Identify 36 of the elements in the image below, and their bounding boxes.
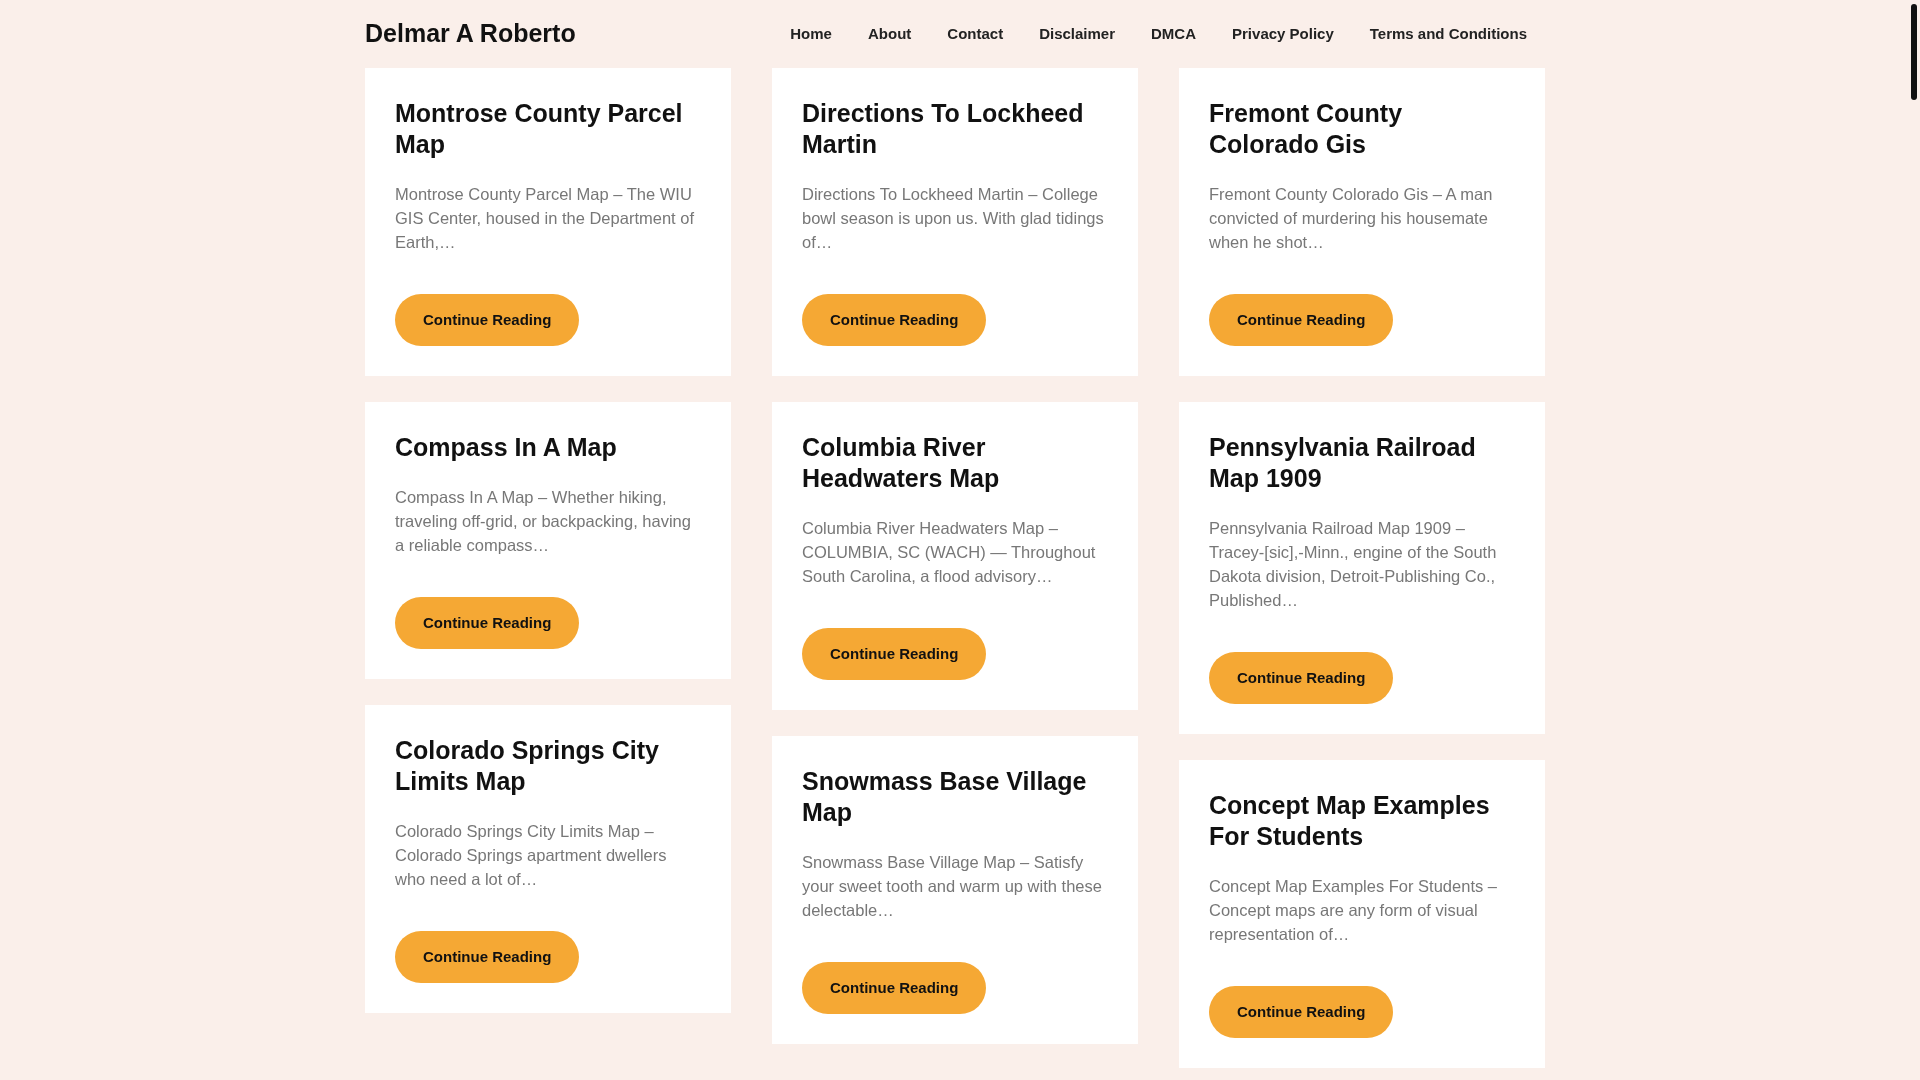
post-excerpt: Compass In A Map – Whether hiking, traveling off-grid, or backpacking, having a reliable compass… [395,487,692,556]
continue-reading-button[interactable]: Continue Reading [802,628,987,680]
post-excerpt: Snowmass Base Village Map – Satisfy your sweet tooth and warm up with these delectable… [802,852,1103,921]
post-excerpt: Directions To Lockheed Martin – College bowl season is upon us. With glad tidings of… [802,184,1105,253]
continue-reading-button[interactable]: Continue Reading [1209,294,1394,346]
continue-reading-button[interactable]: Continue Reading [1209,652,1394,704]
continue-reading-button[interactable]: Continue Reading [802,294,987,346]
nav-link[interactable]: About [849,22,930,46]
nav-link[interactable]: Privacy Policy [1214,22,1352,46]
continue-reading-button[interactable]: Continue Reading [395,931,580,983]
post-title[interactable]: Concept Map Examples For Students [1209,790,1515,852]
continue-reading-button[interactable]: Continue Reading [395,597,580,649]
post-title[interactable]: Montrose County Parcel Map [395,98,701,160]
nav-link[interactable]: Terms and Conditions [1351,22,1545,46]
post-excerpt: Fremont County Colorado Gis – A man convicted of murdering his housemate when he shot… [1209,184,1494,253]
post-title[interactable]: Colorado Springs City Limits Map [395,735,701,797]
post-title[interactable]: Directions To Lockheed Martin [802,98,1108,160]
post-title[interactable]: Snowmass Base Village Map [802,766,1108,828]
post-excerpt: Columbia River Headwaters Map – COLUMBIA, SC (WACH) — Throughout South Carolina, a flood advisory… [802,518,1097,587]
nav-link[interactable]: DMCA [1133,22,1215,46]
nav-link[interactable]: Home [772,22,850,46]
continue-reading-button[interactable]: Continue Reading [395,294,580,346]
post-excerpt: Montrose County Parcel Map – The WIU GIS Center, housed in the Department of Earth,… [395,184,695,253]
post-title[interactable]: Compass In A Map [395,432,701,463]
post-excerpt: Colorado Springs City Limits Map – Colorado Springs apartment dwellers who need a lot of… [395,821,668,890]
post-excerpt: Pennsylvania Railroad Map 1909 – Tracey-[sic],-Minn., engine of the South Dakota division, Detroit-Publishing Co., Published… [1209,518,1498,611]
post-excerpt: Concept Map Examples For Students – Concept maps are any form of visual representation of… [1209,876,1498,945]
nav-link[interactable]: Contact [929,22,1022,46]
nav-link[interactable]: Disclaimer [1021,22,1134,46]
post-title[interactable]: Columbia River Headwaters Map [802,432,1108,494]
continue-reading-button[interactable]: Continue Reading [1209,986,1394,1038]
post-title[interactable]: Fremont County Colorado Gis [1209,98,1515,160]
post-title[interactable]: Pennsylvania Railroad Map 1909 [1209,432,1515,494]
continue-reading-button[interactable]: Continue Reading [802,962,987,1014]
scrollbar-thumb[interactable] [1911,4,1917,100]
site-title[interactable]: Delmar A Roberto [365,15,576,53]
